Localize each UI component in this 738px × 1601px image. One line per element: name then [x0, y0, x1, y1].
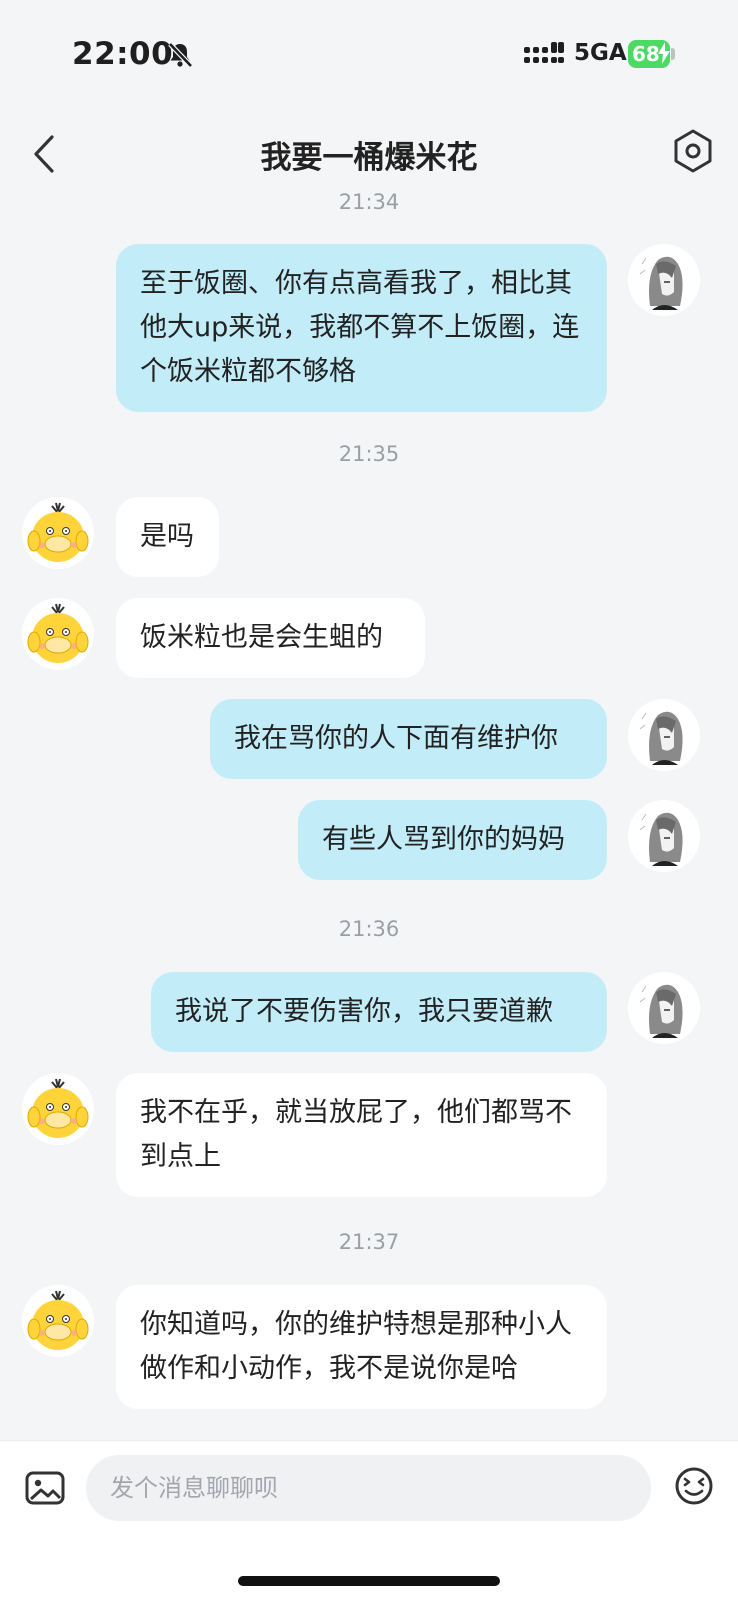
outgoing-message-bubble[interactable]: 我在骂你的人下面有维护你	[210, 699, 607, 779]
status-time: 22:00	[72, 36, 174, 72]
timestamp: 21:37	[338, 1230, 400, 1254]
chat-title: 我要一桶爆米花	[260, 140, 478, 176]
charging-bolt-icon	[658, 42, 670, 64]
my-avatar[interactable]	[628, 972, 700, 1044]
message-input[interactable]	[86, 1455, 651, 1521]
timestamp: 21:35	[338, 442, 400, 466]
emoji-button[interactable]	[674, 1466, 714, 1506]
outgoing-message-bubble[interactable]: 有些人骂到你的妈妈	[298, 800, 607, 880]
outgoing-message-bubble[interactable]: 我说了不要伤害你，我只要道歉	[151, 972, 607, 1052]
incoming-message-bubble[interactable]: 是吗	[116, 497, 219, 577]
settings-button[interactable]	[672, 128, 714, 174]
timestamp: 21:36	[338, 917, 400, 941]
contact-avatar[interactable]	[22, 1073, 94, 1145]
my-avatar[interactable]	[628, 244, 700, 316]
signal-icon	[524, 42, 564, 63]
home-indicator	[238, 1576, 500, 1586]
bell-muted-icon	[168, 42, 193, 68]
my-avatar[interactable]	[628, 800, 700, 872]
contact-avatar[interactable]	[22, 598, 94, 670]
network-type: 5GA	[574, 40, 627, 66]
my-avatar[interactable]	[628, 699, 700, 771]
image-button[interactable]	[25, 1470, 65, 1506]
timestamp: 21:34	[338, 190, 400, 214]
incoming-message-bubble[interactable]: 你知道吗，你的维护特想是那种小人做作和小动作，我不是说你是哈	[116, 1285, 607, 1409]
contact-avatar[interactable]	[22, 497, 94, 569]
incoming-message-bubble[interactable]: 我不在乎，就当放屁了，他们都骂不到点上	[116, 1073, 607, 1197]
outgoing-message-bubble[interactable]: 至于饭圈、你有点高看我了，相比其他大up来说，我都不算不上饭圈，连个饭米粒都不够…	[116, 244, 607, 412]
status-bar: 22:00 5GA 68	[0, 0, 738, 110]
contact-avatar[interactable]	[22, 1285, 94, 1357]
incoming-message-bubble[interactable]: 饭米粒也是会生蛆的	[116, 598, 425, 678]
battery-tip	[671, 48, 675, 60]
